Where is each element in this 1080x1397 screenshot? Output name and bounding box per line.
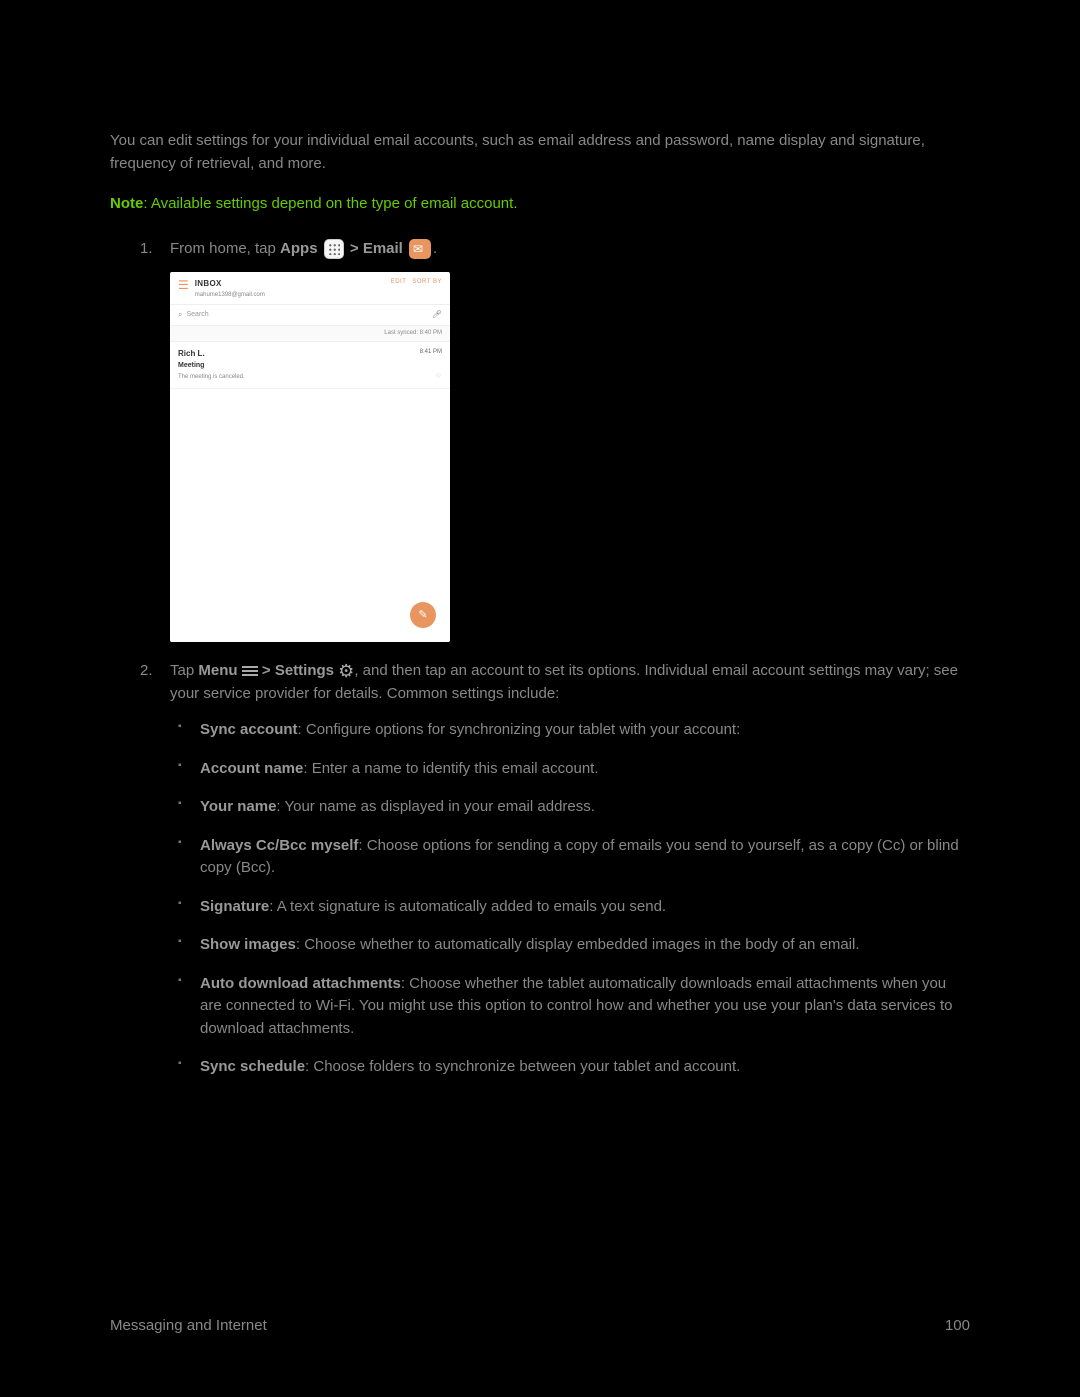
step-number: 1. (140, 238, 153, 261)
bullet-label: Account name (200, 760, 303, 777)
step1-text-prefix: From home, tap (170, 240, 280, 257)
bullet-cc-bcc: Always Cc/Bcc myself: Choose options for… (170, 835, 970, 880)
last-sync-row: Last synced: 8:40 PM (170, 326, 450, 342)
gt-separator: > (350, 240, 363, 257)
bullet-text: : Choose folders to synchronize between … (305, 1058, 740, 1075)
apps-icon (324, 239, 344, 259)
bullet-label: Signature (200, 898, 269, 915)
message-preview: The meeting is canceled. (178, 373, 442, 382)
screenshot-header: ☰ INBOX mahume1398@gmail.com EDIT SORT BY (170, 272, 450, 305)
note-text: : Available settings depend on the type … (143, 195, 517, 212)
mic-icon: 🎤︎ (432, 309, 442, 321)
sortby-action: SORT BY (412, 279, 442, 285)
step-1: 1. From home, tap Apps > Email . ☰ INBOX… (110, 238, 970, 643)
bullet-label: Always Cc/Bcc myself (200, 837, 358, 854)
bullet-show-images: Show images: Choose whether to automatic… (170, 934, 970, 957)
message-from: Rich L. (178, 348, 442, 360)
search-row: ⌕ Search 🎤︎ (170, 305, 450, 326)
message-time: 8:41 PM (420, 348, 442, 357)
bullet-auto-download: Auto download attachments: Choose whethe… (170, 973, 970, 1041)
inbox-title: INBOX (195, 278, 385, 290)
step2-prefix: Tap (170, 662, 198, 679)
note-label: Note (110, 195, 143, 212)
apps-label: Apps (280, 240, 318, 257)
bullet-text: : A text signature is automatically adde… (269, 898, 666, 915)
email-icon (409, 239, 431, 259)
search-placeholder: Search (186, 310, 208, 321)
bullet-text: : Configure options for synchronizing yo… (298, 721, 741, 738)
bullet-sync-account: Sync account: Configure options for sync… (170, 719, 970, 742)
footer-page-number: 100 (945, 1315, 970, 1338)
search-icon: ⌕ (178, 309, 182, 321)
settings-bullets: Sync account: Configure options for sync… (170, 719, 970, 1079)
header-actions: EDIT SORT BY (385, 278, 442, 287)
bullet-label: Sync account (200, 721, 298, 738)
bullet-label: Auto download attachments (200, 975, 401, 992)
inbox-column: INBOX mahume1398@gmail.com (195, 278, 385, 300)
bullet-text: : Choose whether to automatically displa… (296, 936, 860, 953)
bullet-label: Sync schedule (200, 1058, 305, 1075)
step1-suffix: . (433, 240, 437, 257)
menu-label: Menu (198, 662, 237, 679)
bullet-sync-schedule: Sync schedule: Choose folders to synchro… (170, 1056, 970, 1079)
email-label: Email (363, 240, 403, 257)
star-icon: ☆ (435, 370, 442, 382)
bullet-account-name: Account name: Enter a name to identify t… (170, 758, 970, 781)
compose-fab: ✎ (410, 602, 436, 628)
bullet-label: Your name (200, 798, 276, 815)
menu-icon (242, 664, 258, 678)
email-app-screenshot: ☰ INBOX mahume1398@gmail.com EDIT SORT BY… (170, 272, 450, 642)
bullet-label: Show images (200, 936, 296, 953)
bullet-text: : Your name as displayed in your email a… (276, 798, 595, 815)
page-footer: Messaging and Internet 100 (110, 1315, 970, 1338)
step-2: 2. Tap Menu > Settings ⚙, and then tap a… (110, 660, 970, 1079)
bullet-your-name: Your name: Your name as displayed in you… (170, 796, 970, 819)
message-subject: Meeting (178, 361, 442, 372)
gear-icon: ⚙ (338, 662, 354, 680)
bullet-text: : Enter a name to identify this email ac… (303, 760, 598, 777)
intro-paragraph: You can edit settings for your individua… (110, 130, 970, 175)
note-line: Note: Available settings depend on the t… (110, 193, 970, 216)
bullet-signature: Signature: A text signature is automatic… (170, 896, 970, 919)
steps-list: 1. From home, tap Apps > Email . ☰ INBOX… (110, 238, 970, 1079)
gt-separator: > (262, 662, 275, 679)
hamburger-icon: ☰ (178, 278, 189, 292)
step-number: 2. (140, 660, 153, 683)
inbox-account: mahume1398@gmail.com (195, 291, 385, 300)
footer-section: Messaging and Internet (110, 1315, 267, 1338)
edit-action: EDIT (391, 279, 407, 285)
message-row: Rich L. Meeting The meeting is canceled.… (170, 342, 450, 389)
settings-label: Settings (275, 662, 334, 679)
